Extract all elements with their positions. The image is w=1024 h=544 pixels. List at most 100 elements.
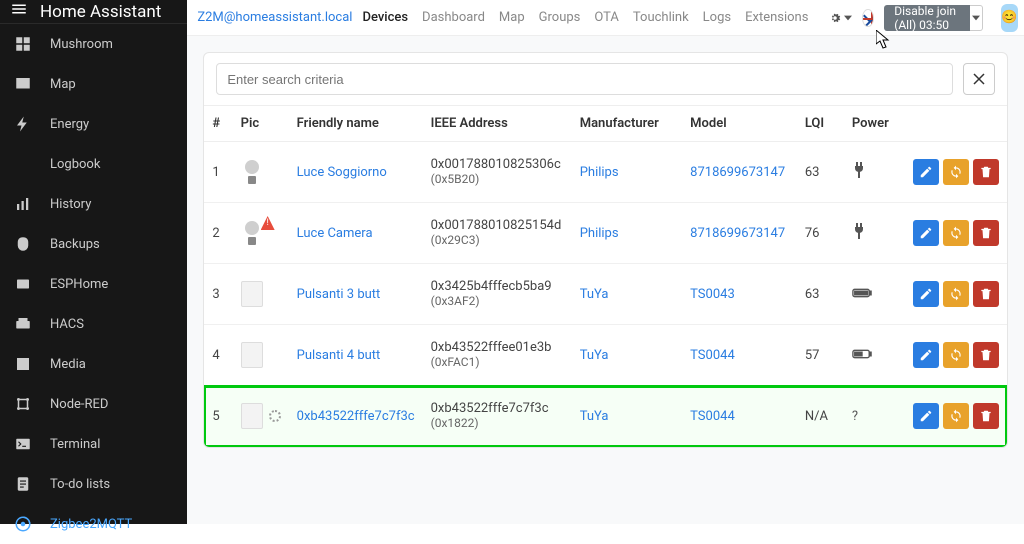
settings-gear-icon[interactable] — [828, 11, 852, 25]
rename-button[interactable] — [913, 220, 939, 246]
table-row: 4Pulsanti 4 butt0xb43522fffee01e3b(0xFAC… — [204, 325, 1007, 386]
manufacturer-link[interactable]: Philips — [580, 226, 619, 241]
disable-join-button[interactable]: Disable join (All) 03:50 — [884, 5, 970, 31]
delete-button[interactable] — [973, 403, 999, 429]
sidebar-item-backups[interactable]: Backups — [0, 224, 187, 264]
sidebar-item-energy[interactable]: Energy — [0, 104, 187, 144]
nav-touchlink[interactable]: Touchlink — [633, 10, 689, 25]
sidebar-item-to-do-lists[interactable]: To-do lists — [0, 464, 187, 504]
language-flag-icon[interactable] — [862, 9, 874, 27]
device-name-link[interactable]: Luce Soggiorno — [297, 165, 387, 180]
app-title: Home Assistant — [40, 2, 161, 22]
sidebar-icon — [14, 195, 32, 213]
th-num[interactable]: # — [204, 106, 232, 142]
host-link[interactable]: Z2M@homeassistant.local — [197, 10, 352, 25]
sidebar-icon — [14, 435, 32, 453]
reconfigure-button[interactable] — [943, 159, 969, 185]
cell-addr: 0xb43522fffe7c7f3c(0x1822) — [423, 386, 572, 447]
sidebar-icon — [14, 75, 32, 93]
device-name-link[interactable]: Pulsanti 3 butt — [297, 287, 381, 302]
sidebar-icon — [14, 115, 32, 133]
sidebar-item-node-red[interactable]: Node-RED — [0, 384, 187, 424]
sidebar-item-label: To-do lists — [50, 477, 110, 492]
model-link[interactable]: TS0043 — [690, 287, 735, 302]
rename-button[interactable] — [913, 159, 939, 185]
reconfigure-button[interactable] — [943, 342, 969, 368]
delete-button[interactable] — [973, 281, 999, 307]
nav-devices[interactable]: Devices — [362, 10, 408, 25]
sidebar-item-esphome[interactable]: ESPHome — [0, 264, 187, 304]
sidebar-item-label: Terminal — [50, 437, 100, 452]
model-link[interactable]: 8718699673147 — [690, 165, 785, 180]
sidebar-item-mushroom[interactable]: Mushroom — [0, 24, 187, 64]
th-lqi[interactable]: LQI — [797, 106, 844, 142]
delete-button[interactable] — [973, 159, 999, 185]
menu-icon[interactable] — [10, 0, 28, 23]
reconfigure-button[interactable] — [943, 403, 969, 429]
sidebar-item-label: Backups — [50, 237, 100, 252]
cell-num: 2 — [204, 203, 232, 264]
nav-dashboard[interactable]: Dashboard — [422, 10, 485, 25]
reconfigure-button[interactable] — [943, 220, 969, 246]
device-name-link[interactable]: Luce Camera — [297, 226, 373, 241]
rename-button[interactable] — [913, 281, 939, 307]
table-row: 50xb43522fffe7c7f3c0xb43522fffe7c7f3c(0x… — [204, 386, 1007, 447]
table-row: 2!Luce Camera0x001788010825154d(0x29C3)P… — [204, 203, 1007, 264]
rename-button[interactable] — [913, 403, 939, 429]
device-name-link[interactable]: 0xb43522fffe7c7f3c — [297, 409, 415, 424]
avatar[interactable]: 😊 — [1001, 4, 1018, 32]
sidebar-item-label: Media — [50, 357, 86, 372]
search-input[interactable] — [216, 63, 953, 95]
power-icon: ? — [844, 386, 905, 447]
top-nav: Devices Dashboard Map Groups OTA Touchlink Log… — [362, 10, 808, 25]
reconfigure-button[interactable] — [943, 281, 969, 307]
th-name[interactable]: Friendly name — [289, 106, 423, 142]
manufacturer-link[interactable]: TuYa — [580, 409, 609, 424]
sidebar-item-logbook[interactable]: Logbook — [0, 144, 187, 184]
sidebar-item-label: Node-RED — [50, 397, 108, 412]
th-model[interactable]: Model — [682, 106, 797, 142]
manufacturer-link[interactable]: TuYa — [580, 348, 609, 363]
th-addr[interactable]: IEEE Address — [423, 106, 572, 142]
nav-ota[interactable]: OTA — [594, 10, 619, 25]
device-pic: ! — [241, 217, 281, 249]
sidebar-item-media[interactable]: Media — [0, 344, 187, 384]
sidebar-icon — [14, 475, 32, 493]
model-link[interactable]: TS0044 — [690, 348, 735, 363]
sidebar-item-label: Map — [50, 77, 76, 92]
manufacturer-link[interactable]: TuYa — [580, 287, 609, 302]
sidebar-icon — [14, 315, 32, 333]
cell-lqi: 76 — [797, 203, 844, 264]
th-man[interactable]: Manufacturer — [572, 106, 682, 142]
sidebar-item-map[interactable]: Map — [0, 64, 187, 104]
table-row: 1Luce Soggiorno0x001788010825306c(0x5B20… — [204, 142, 1007, 203]
cell-num: 3 — [204, 264, 232, 325]
model-link[interactable]: 8718699673147 — [690, 226, 785, 241]
devices-card: # Pic Friendly name IEEE Address Manufac… — [203, 52, 1008, 448]
nav-groups[interactable]: Groups — [539, 10, 581, 25]
disable-join-dropdown[interactable] — [970, 5, 983, 31]
rename-button[interactable] — [913, 342, 939, 368]
delete-button[interactable] — [973, 220, 999, 246]
device-pic — [241, 339, 281, 371]
device-pic — [241, 278, 281, 310]
manufacturer-link[interactable]: Philips — [580, 165, 619, 180]
sidebar-item-terminal[interactable]: Terminal — [0, 424, 187, 464]
th-pic[interactable]: Pic — [233, 106, 289, 142]
sidebar-icon — [14, 355, 32, 373]
sidebar-item-label: History — [50, 197, 91, 212]
device-name-link[interactable]: Pulsanti 4 butt — [297, 348, 381, 363]
device-pic — [241, 156, 281, 188]
sidebar-item-history[interactable]: History — [0, 184, 187, 224]
nav-logs[interactable]: Logs — [703, 10, 731, 25]
nav-extensions[interactable]: Extensions — [745, 10, 808, 25]
sidebar-item-zigbee2mqtt[interactable]: Zigbee2MQTT — [0, 504, 187, 544]
model-link[interactable]: TS0044 — [690, 409, 735, 424]
delete-button[interactable] — [973, 342, 999, 368]
sidebar-item-hacs[interactable]: HACS — [0, 304, 187, 344]
close-icon[interactable] — [963, 63, 995, 95]
power-icon — [844, 264, 905, 325]
th-power[interactable]: Power — [844, 106, 905, 142]
nav-map[interactable]: Map — [499, 10, 525, 25]
sidebar-icon — [14, 35, 32, 53]
